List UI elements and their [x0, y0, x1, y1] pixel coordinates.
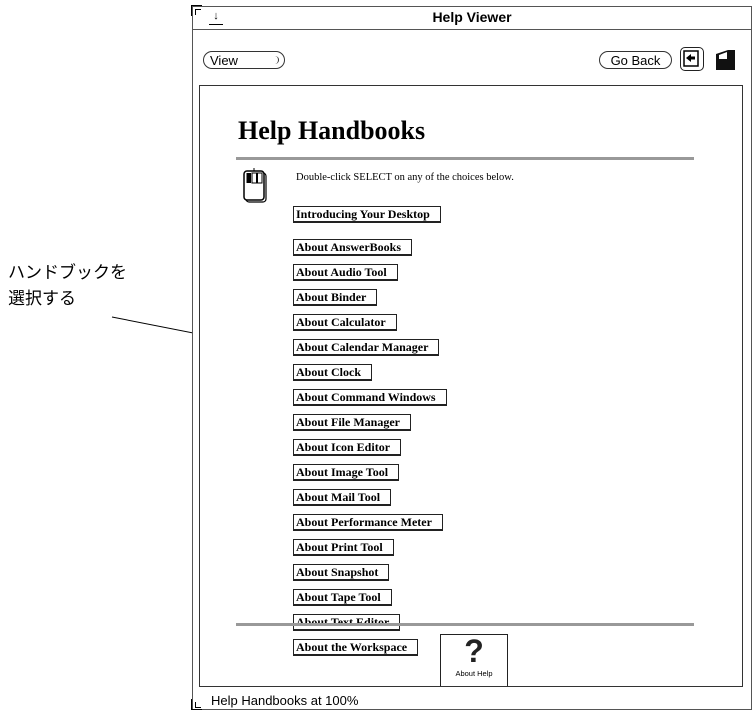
handbook-link[interactable]: About the Workspace — [293, 639, 419, 656]
handbook-link[interactable]: Introducing Your Desktop — [293, 206, 441, 223]
about-help-button[interactable]: ? About Help — [440, 633, 508, 686]
divider — [236, 623, 694, 626]
help-content-pane[interactable]: Help Handbooks Double-click SELECT on an… — [199, 85, 743, 687]
status-bar: Help Handbooks at 100% — [211, 693, 359, 708]
question-mark-icon: ? — [464, 633, 484, 669]
handbook-link[interactable]: About Image Tool — [293, 464, 400, 481]
view-menu-button[interactable]: View — [203, 51, 285, 69]
handbook-link[interactable]: About Binder — [293, 289, 378, 306]
handbook-link[interactable]: About Tape Tool — [293, 589, 392, 606]
window-corner-bottom-left-inner — [195, 702, 201, 708]
callout-line1: ハンドブックを — [8, 263, 127, 282]
handbook-link[interactable]: About Print Tool — [293, 539, 394, 556]
handbook-link[interactable]: About Audio Tool — [293, 264, 398, 281]
callout-line2: 選択する — [8, 289, 76, 308]
handbook-link[interactable]: About Icon Editor — [293, 439, 402, 456]
handbook-link[interactable]: About Performance Meter — [293, 514, 443, 531]
handbook-link[interactable]: About Command Windows — [293, 389, 447, 406]
callout-annotation: ハンドブックを 選択する — [8, 260, 188, 312]
handbook-link[interactable]: About AnswerBooks — [293, 239, 413, 256]
navigator-icon — [683, 50, 699, 67]
go-back-button[interactable]: Go Back — [599, 51, 672, 69]
page-title: Help Handbooks — [238, 116, 426, 145]
handbook-link[interactable]: About Calculator — [293, 314, 397, 331]
handbook-link[interactable]: About File Manager — [293, 414, 411, 431]
page-icon — [716, 50, 735, 70]
handbook-link[interactable]: About Mail Tool — [293, 489, 392, 506]
navigator-button[interactable] — [680, 47, 704, 71]
page-view-button[interactable] — [713, 47, 737, 71]
window-title: Help Viewer — [432, 9, 512, 25]
divider — [236, 157, 694, 160]
title-bar[interactable]: ↓ Help Viewer — [193, 7, 751, 30]
handbook-link[interactable]: About Snapshot — [293, 564, 390, 581]
help-viewer-window: ↓ Help Viewer View Go Back Help Handbook… — [191, 5, 752, 710]
handbook-link[interactable]: About Calendar Manager — [293, 339, 440, 356]
instruction-text: Double-click SELECT on any of the choice… — [296, 172, 514, 183]
mouse-icon — [243, 168, 267, 203]
handbook-link[interactable]: About Clock — [293, 364, 373, 381]
about-help-label: About Help — [455, 669, 493, 678]
handbook-link-list: Introducing Your Desktop About AnswerBoo… — [293, 206, 447, 664]
